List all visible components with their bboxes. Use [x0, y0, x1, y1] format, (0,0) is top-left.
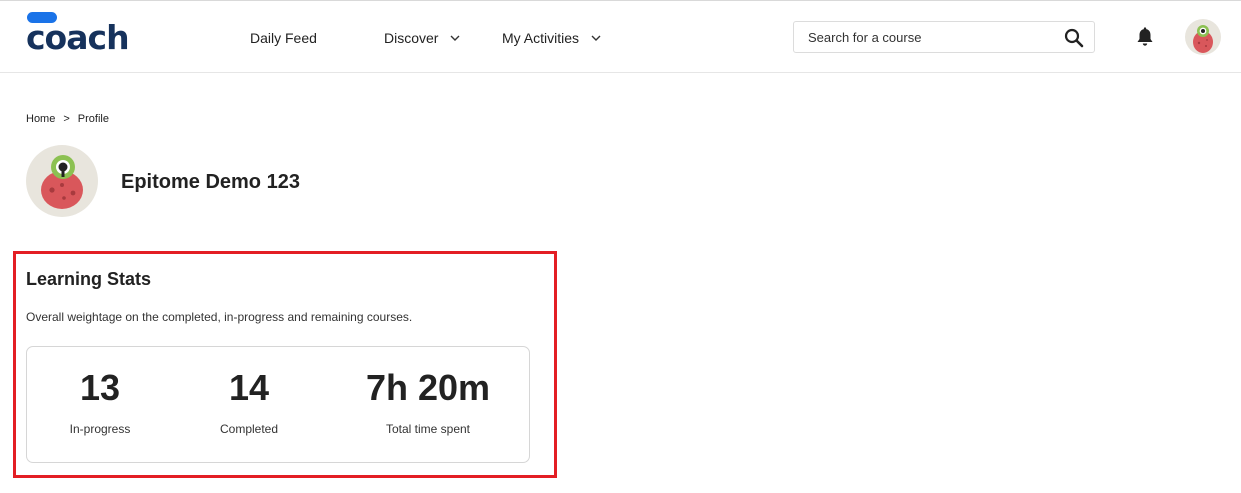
- learning-stats-card: 13 In-progress 14 Completed 7h 20m Total…: [26, 346, 530, 463]
- stat-total-time: 7h 20m Total time spent: [345, 347, 511, 464]
- nav-discover[interactable]: Discover: [384, 28, 462, 48]
- user-avatar[interactable]: [1185, 19, 1221, 55]
- bell-icon[interactable]: [1134, 26, 1156, 48]
- monster-avatar-icon: [41, 155, 83, 209]
- nav-my-activities-label: My Activities: [502, 30, 580, 46]
- chevron-down-icon: [450, 35, 460, 41]
- search-input[interactable]: [794, 22, 1054, 52]
- stat-in-progress: 13 In-progress: [47, 347, 153, 464]
- breadcrumb-separator: >: [63, 113, 70, 125]
- stat-value: 14: [228, 367, 270, 408]
- breadcrumb-home[interactable]: Home: [26, 112, 55, 126]
- stat-label: Completed: [219, 422, 279, 436]
- logo-text: coach: [26, 18, 130, 57]
- profile-avatar: [26, 145, 98, 217]
- chevron-down-icon: [591, 35, 601, 41]
- stat-completed: 14 Completed: [199, 347, 299, 464]
- nav-daily-feed[interactable]: Daily Feed: [250, 28, 317, 48]
- top-navbar: coach Daily Feed Discover My Activities: [0, 0, 1241, 73]
- stat-value: 7h 20m: [365, 367, 491, 408]
- learning-stats-title: Learning Stats: [26, 269, 152, 289]
- nav-daily-feed-label: Daily Feed: [250, 30, 317, 46]
- profile-name: Epitome Demo 123: [121, 171, 300, 193]
- breadcrumb: Home > Profile: [26, 112, 109, 126]
- monster-avatar-icon: [1193, 25, 1213, 53]
- stat-value: 13: [79, 367, 121, 408]
- stat-label: Total time spent: [385, 422, 471, 436]
- learning-stats-description: Overall weightage on the completed, in-p…: [26, 310, 413, 324]
- search-icon[interactable]: [1064, 28, 1084, 48]
- search-box: [793, 21, 1095, 53]
- stat-label: In-progress: [69, 422, 131, 436]
- nav-discover-label: Discover: [384, 30, 439, 46]
- coach-logo[interactable]: coach: [26, 12, 130, 57]
- nav-my-activities[interactable]: My Activities: [502, 28, 603, 48]
- breadcrumb-current: Profile: [77, 113, 109, 125]
